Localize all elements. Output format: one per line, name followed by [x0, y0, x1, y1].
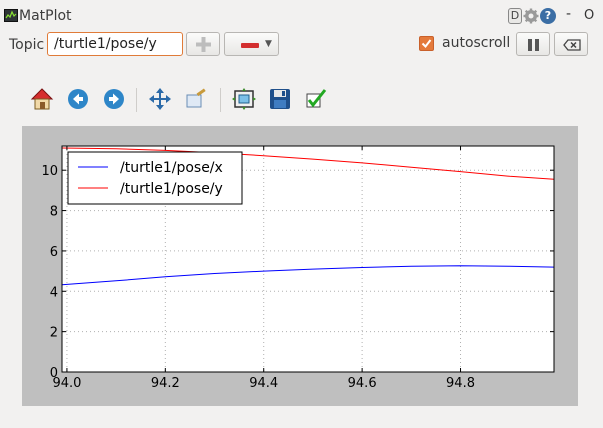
save-button[interactable] — [265, 84, 295, 114]
back-button[interactable] — [63, 84, 93, 114]
home-button[interactable] — [27, 84, 57, 114]
edit-axes-icon — [306, 89, 327, 108]
clear-button[interactable] — [554, 32, 588, 56]
close-button[interactable]: O — [584, 8, 594, 23]
legend-label: /turtle1/pose/x — [120, 160, 223, 176]
chevron-down-icon: ▼ — [265, 39, 272, 49]
toolbar-separator — [136, 88, 137, 112]
checkmark-icon — [421, 39, 432, 49]
x-tick-label: 94.4 — [249, 376, 278, 391]
forward-icon — [104, 89, 124, 109]
zoom-button[interactable] — [182, 84, 212, 114]
configure-subplots-button[interactable] — [229, 84, 259, 114]
y-tick-label: 4 — [50, 285, 58, 300]
y-tick-label: 8 — [50, 205, 58, 220]
x-tick-label: 94.6 — [348, 376, 377, 391]
add-topic-button[interactable] — [186, 32, 220, 56]
minimize-button[interactable]: - — [566, 6, 571, 22]
pan-icon — [149, 88, 171, 110]
topic-input[interactable] — [47, 32, 183, 56]
topic-row: Topic ▼ autoscroll — [0, 30, 603, 58]
configure-subplots-icon — [232, 88, 256, 110]
x-tick-label: 94.8 — [446, 376, 475, 391]
legend-label: /turtle1/pose/y — [120, 181, 223, 197]
save-icon — [270, 89, 290, 109]
clear-icon — [563, 39, 581, 51]
edit-axes-button[interactable] — [301, 84, 331, 114]
pause-icon-bar — [535, 39, 539, 51]
pause-icon — [528, 39, 532, 51]
forward-button[interactable] — [99, 84, 129, 114]
help-icon[interactable]: ? — [540, 8, 556, 24]
dock-icon[interactable]: D — [508, 8, 522, 24]
matplot-app-icon — [4, 9, 18, 22]
minus-icon — [241, 43, 259, 48]
y-tick-label: 6 — [50, 245, 58, 260]
plot-canvas[interactable]: 94.0 94.2 94.4 94.6 94.8 0 2 4 6 8 10/turtle1/pose… — [22, 126, 578, 406]
zoom-icon — [186, 88, 206, 108]
y-tick-label: 10 — [41, 164, 58, 179]
topic-label: Topic — [9, 37, 45, 53]
x-tick-label: 94.2 — [151, 376, 180, 391]
line-chart[interactable]: 94.0 94.2 94.4 94.6 94.80246810/turtle1/pose… — [22, 126, 578, 406]
plot-toolbar — [0, 84, 603, 118]
gear-icon[interactable] — [523, 8, 539, 24]
window-title: MatPlot — [19, 8, 72, 24]
toolbar-separator — [220, 88, 221, 112]
home-icon — [30, 88, 54, 110]
pause-button[interactable] — [516, 32, 550, 56]
plus-icon — [196, 37, 211, 52]
autoscroll-label: autoscroll — [442, 35, 511, 51]
pan-button[interactable] — [145, 84, 175, 114]
y-tick-label: 0 — [50, 366, 58, 381]
y-tick-label: 2 — [50, 326, 58, 341]
title-bar: MatPlot D ? - O — [0, 0, 603, 30]
remove-topic-button[interactable]: ▼ — [224, 32, 279, 56]
back-icon — [68, 89, 88, 109]
autoscroll-checkbox[interactable] — [419, 36, 434, 51]
